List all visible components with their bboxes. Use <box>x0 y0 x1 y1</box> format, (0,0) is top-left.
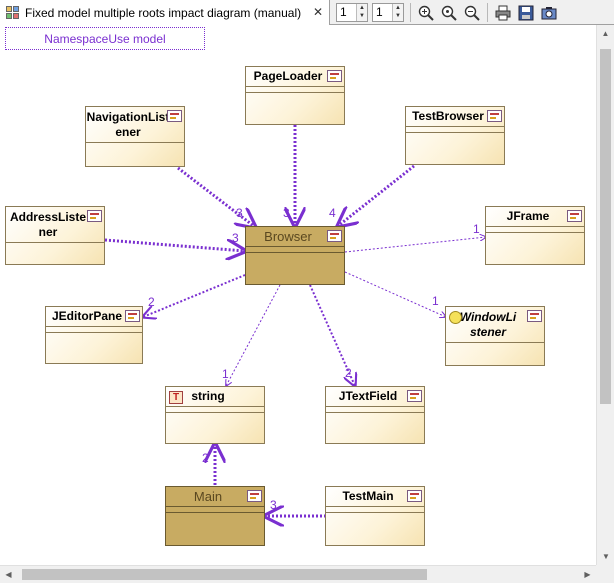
multiplicity-label: 3 <box>283 206 290 220</box>
class-icon <box>87 210 102 222</box>
multiplicity-label: 2 <box>202 451 209 465</box>
class-icon <box>407 490 422 502</box>
type-string[interactable]: string T <box>165 386 265 444</box>
class-icon <box>487 110 502 122</box>
namespace-label[interactable]: NamespaceUse model <box>5 27 205 50</box>
class-icon <box>327 70 342 82</box>
link-browser-jeditorpane <box>143 274 246 317</box>
type-icon: T <box>169 391 183 404</box>
attributes-compartment <box>246 87 344 93</box>
multiplicity-label: 3 <box>236 206 243 220</box>
scrollbar-corner <box>596 565 614 583</box>
vertical-scrollbar[interactable]: ▲ ▼ <box>596 25 614 565</box>
attributes-compartment <box>486 227 584 233</box>
class-icon <box>327 230 342 242</box>
multiplicity-label: 3 <box>232 231 239 245</box>
class-icon <box>527 310 542 322</box>
link-browser-windowlistener <box>344 271 446 317</box>
class-icon <box>125 310 140 322</box>
multiplicity-label: 2 <box>345 366 352 380</box>
attributes-compartment <box>166 507 264 513</box>
scroll-up-icon[interactable]: ▲ <box>597 25 614 42</box>
multiplicity-label: 3 <box>270 498 277 512</box>
attributes-compartment <box>46 327 142 333</box>
class-browser[interactable]: Browser <box>245 226 345 285</box>
attributes-compartment <box>166 407 264 413</box>
scroll-left-icon[interactable]: ◀ <box>0 566 17 583</box>
scroll-right-icon[interactable]: ▶ <box>579 566 596 583</box>
scroll-down-icon[interactable]: ▼ <box>597 548 614 565</box>
link-browser-jframe <box>344 237 486 253</box>
class-testbrowser[interactable]: TestBrowser <box>405 106 505 165</box>
class-jframe[interactable]: JFrame <box>485 206 585 265</box>
class-icon <box>167 110 182 122</box>
multiplicity-label: 2 <box>148 295 155 309</box>
link-navigationlistener-browser <box>177 166 255 227</box>
class-icon <box>247 490 262 502</box>
interface-icon <box>449 311 462 324</box>
attributes-compartment <box>326 407 424 413</box>
multiplicity-label: 1 <box>222 367 229 381</box>
horizontal-scroll-thumb[interactable] <box>22 569 427 580</box>
attributes-compartment <box>326 507 424 513</box>
class-jeditorpane[interactable]: JEditorPane <box>45 306 143 364</box>
class-main[interactable]: Main <box>165 486 265 546</box>
link-browser-string <box>226 284 281 386</box>
interface-windowlistener[interactable]: WindowLi stener <box>445 306 545 366</box>
link-testbrowser-browser <box>338 164 415 226</box>
vertical-scroll-thumb[interactable] <box>600 49 611 404</box>
class-jtextfield[interactable]: JTextField <box>325 386 425 444</box>
class-addresslistener[interactable]: AddressListe ner <box>5 206 105 265</box>
class-icon <box>567 210 582 222</box>
multiplicity-label: 4 <box>329 206 336 220</box>
class-testmain[interactable]: TestMain <box>325 486 425 546</box>
link-addresslistener-browser <box>104 238 245 251</box>
attributes-compartment <box>406 127 504 133</box>
horizontal-scrollbar[interactable]: ◀ ▶ <box>0 565 596 583</box>
class-pageloader[interactable]: PageLoader <box>245 66 345 125</box>
multiplicity-label: 1 <box>432 294 439 308</box>
multiplicity-label: 1 <box>473 222 480 236</box>
class-icon <box>407 390 422 402</box>
class-navigationlistener[interactable]: NavigationList ener <box>85 106 185 167</box>
attributes-compartment <box>246 247 344 253</box>
